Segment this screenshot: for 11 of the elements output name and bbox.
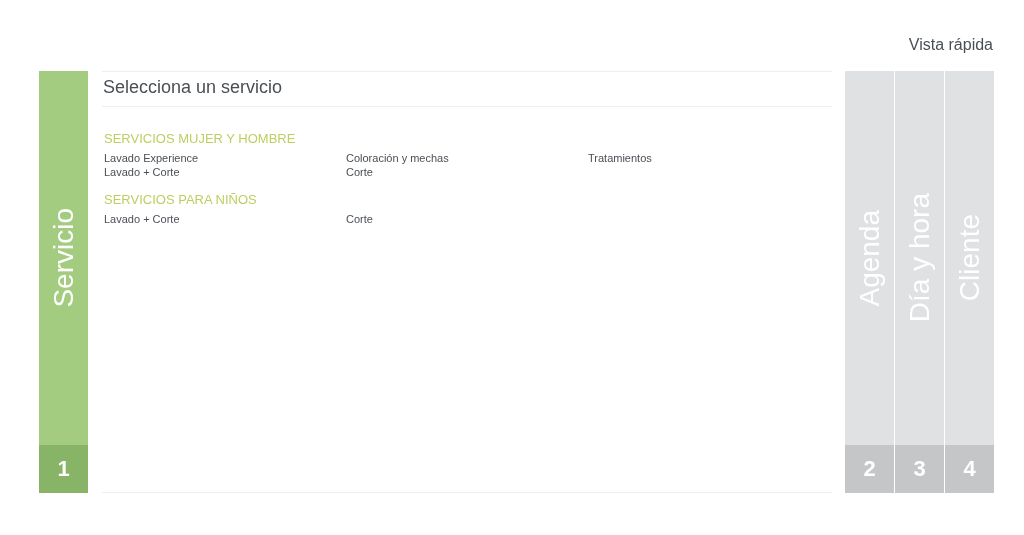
service-link[interactable]: Corte — [346, 165, 588, 179]
service-link[interactable]: Lavado + Corte — [104, 212, 346, 226]
panel-title: Selecciona un servicio — [102, 72, 832, 107]
service-link[interactable]: Coloración y mechas — [346, 151, 588, 165]
service-link[interactable]: Corte — [346, 212, 588, 226]
service-link[interactable]: Tratamientos — [588, 151, 830, 165]
service-link[interactable]: Lavado + Corte — [104, 165, 346, 179]
category-heading: SERVICIOS PARA NIÑOS — [104, 192, 258, 207]
category-heading: SERVICIOS MUJER Y HOMBRE — [104, 131, 297, 146]
service-link[interactable]: Lavado Experience — [104, 151, 346, 165]
quick-view-link[interactable]: Vista rápida — [908, 36, 993, 54]
